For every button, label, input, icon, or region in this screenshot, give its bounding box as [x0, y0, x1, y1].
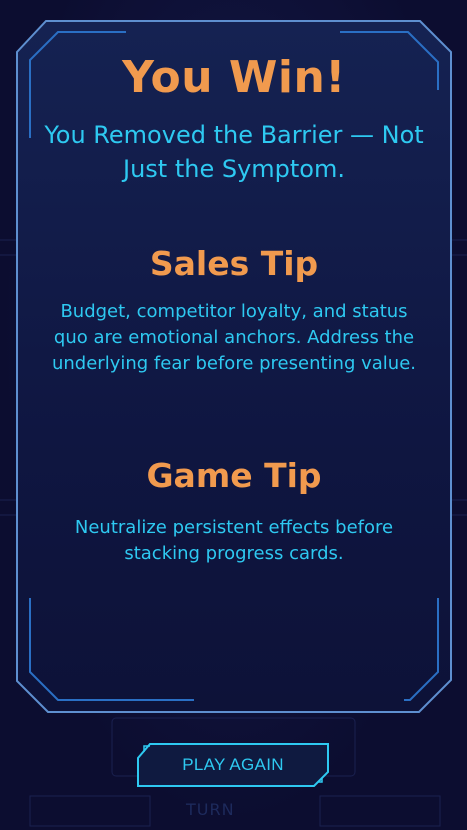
game-tip-heading: Game Tip [146, 456, 322, 495]
sales-tip-body: Budget, competitor loyalty, and status q… [51, 301, 416, 374]
sales-tip-heading: Sales Tip [149, 244, 319, 283]
turn-indicator-ghost: TURN [186, 800, 235, 819]
win-panel: You Win! You Removed the Barrier — Not J… [14, 18, 454, 715]
game-tip-body: Neutralize persistent effects before sta… [74, 517, 394, 564]
win-subtitle: You Removed the Barrier — Not Just the S… [44, 121, 424, 183]
game-screen: TURN You Win! You Removed the Barrier — … [0, 0, 467, 830]
win-title: You Win! [122, 52, 346, 103]
panel-content: You Win! You Removed the Barrier — Not J… [14, 18, 454, 715]
play-again-button[interactable]: PLAY AGAIN [136, 742, 330, 788]
play-again-label: PLAY AGAIN [182, 755, 284, 774]
